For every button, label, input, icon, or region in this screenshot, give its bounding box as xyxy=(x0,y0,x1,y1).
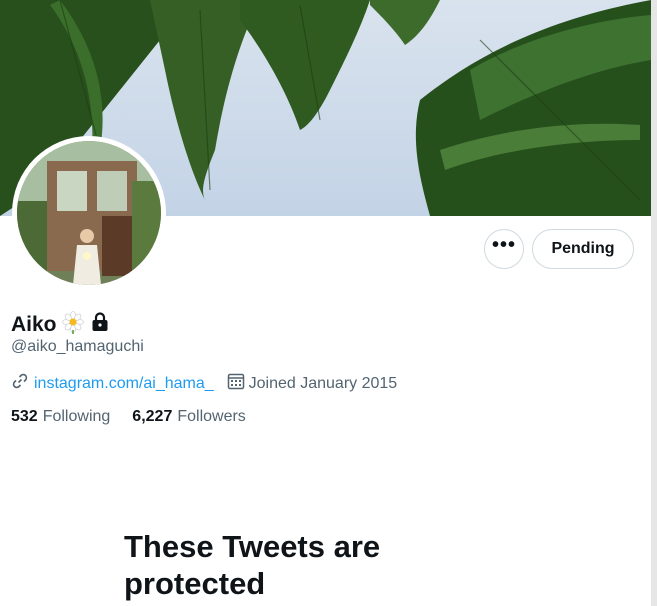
followers-count: 6,227 xyxy=(132,408,173,425)
followers-link[interactable]: 6,227 Followers xyxy=(132,408,246,426)
profile-meta: instagram.com/ai_hama_ Joined January 20… xyxy=(11,372,397,395)
pending-follow-button[interactable]: Pending xyxy=(532,229,634,269)
following-count: 532 xyxy=(11,408,38,425)
user-handle: @aiko_hamaguchi xyxy=(11,338,144,355)
more-icon: ••• xyxy=(491,233,516,256)
scrollbar-track[interactable] xyxy=(651,0,657,606)
follow-stats: 532 Following 6,227 Followers xyxy=(11,408,246,426)
avatar[interactable] xyxy=(12,136,166,290)
protected-tweets-heading: These Tweets are protected xyxy=(124,529,381,601)
display-name: Aiko xyxy=(11,312,57,336)
following-link[interactable]: 532 Following xyxy=(11,408,110,426)
joined-date: Joined January 2015 xyxy=(248,374,398,392)
following-label: Following xyxy=(42,408,111,425)
link-icon xyxy=(11,372,29,395)
more-options-button[interactable]: ••• xyxy=(484,229,524,269)
calendar-icon xyxy=(227,372,245,395)
website-link[interactable]: instagram.com/ai_hama_ xyxy=(34,375,214,393)
lock-icon xyxy=(89,311,111,338)
followers-label: Followers xyxy=(177,408,246,425)
name-row: Aiko xyxy=(11,310,111,339)
daisy-icon xyxy=(61,310,85,339)
